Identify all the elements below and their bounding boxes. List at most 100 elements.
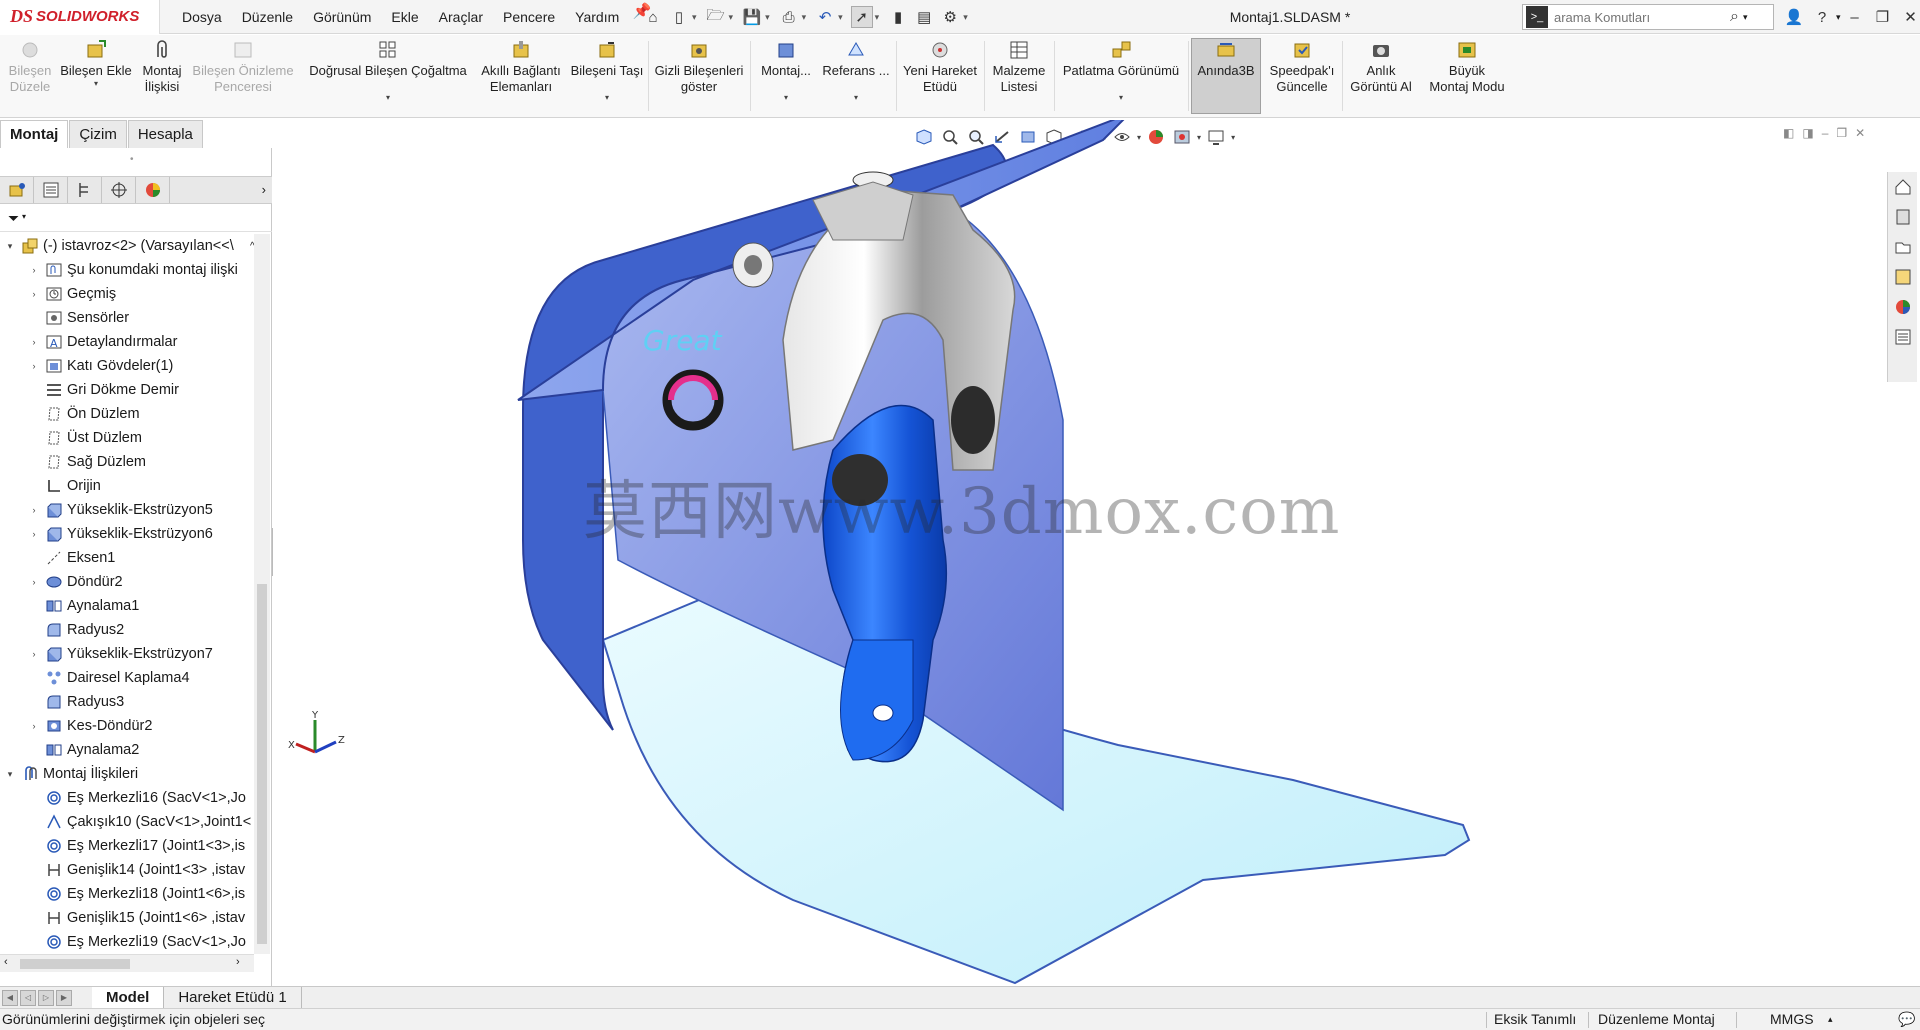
- new-document-icon[interactable]: ▯: [668, 6, 690, 28]
- design-library-icon[interactable]: [1888, 202, 1918, 232]
- tree-item[interactable]: › Şu konumdaki montaj ilişki: [0, 258, 254, 282]
- feature-manager-tab-icon[interactable]: [0, 177, 34, 203]
- menu-gorunum[interactable]: Görünüm: [303, 0, 381, 34]
- expand-icon[interactable]: ›: [28, 721, 40, 731]
- tab-motion-study[interactable]: Hareket Etüdü 1: [164, 986, 302, 1009]
- tree-item[interactable]: Aynalama1: [0, 594, 254, 618]
- linear-component-pattern-button[interactable]: Doğrusal Bileşen Çoğaltma ▾: [304, 39, 472, 113]
- restore-icon[interactable]: ❐: [1869, 8, 1897, 26]
- menu-ekle[interactable]: Ekle: [381, 0, 428, 34]
- take-snapshot-button[interactable]: Anlık Görüntü Al: [1344, 39, 1418, 113]
- home-icon[interactable]: ⌂: [642, 6, 664, 28]
- tree-root[interactable]: ▾ (-) istavroz<2> (Varsayılan<<\ ^: [0, 234, 254, 258]
- print-icon[interactable]: ⎙: [778, 6, 800, 28]
- configuration-manager-tab-icon[interactable]: [68, 177, 102, 203]
- chevron-down-icon[interactable]: ▾: [386, 93, 390, 103]
- expand-icon[interactable]: ›: [28, 529, 40, 539]
- expand-icon[interactable]: ›: [28, 289, 40, 299]
- chevron-down-icon[interactable]: ▾: [963, 12, 968, 23]
- tree-item[interactable]: Eş Merkezli18 (Joint1<6>,is: [0, 882, 254, 906]
- tree-item[interactable]: Üst Düzlem: [0, 426, 254, 450]
- custom-properties-icon[interactable]: [1888, 322, 1918, 352]
- select-arrow-icon[interactable]: ➚: [850, 6, 873, 28]
- tree-item[interactable]: Aynalama2: [0, 738, 254, 762]
- display-manager-tab-icon[interactable]: [136, 177, 170, 203]
- collapse-icon[interactable]: ▾: [4, 769, 16, 780]
- chevron-down-icon[interactable]: ▾: [22, 212, 26, 221]
- scrollbar-thumb[interactable]: [20, 959, 130, 969]
- tree-item[interactable]: Genişlik14 (Joint1<3> ,istav: [0, 858, 254, 882]
- chevron-down-icon[interactable]: ▾: [1119, 93, 1123, 103]
- expand-icon[interactable]: ›: [28, 505, 40, 515]
- assembly-model[interactable]: Great: [273, 120, 1920, 986]
- chevron-up-icon[interactable]: ▴: [1828, 1014, 1833, 1025]
- tree-item[interactable]: Sağ Düzlem: [0, 450, 254, 474]
- user-icon[interactable]: 👤: [1780, 8, 1808, 26]
- tree-item[interactable]: › Geçmiş: [0, 282, 254, 306]
- last-tab-icon[interactable]: ▶: [56, 989, 72, 1006]
- chevron-down-icon[interactable]: ▾: [802, 12, 807, 23]
- collapse-icon[interactable]: ▾: [4, 241, 16, 252]
- file-explorer-icon[interactable]: [1888, 232, 1918, 262]
- chevron-down-icon[interactable]: ▾: [692, 12, 697, 23]
- tab-hesapla[interactable]: Hesapla: [127, 120, 203, 148]
- tree-item[interactable]: › Katı Gövdeler(1): [0, 354, 254, 378]
- tab-model[interactable]: Model: [92, 986, 165, 1009]
- tree-item[interactable]: › Yükseklik-Ekstrüzyon7: [0, 642, 254, 666]
- smart-fasteners-button[interactable]: Akıllı Bağlantı Elemanları: [476, 39, 566, 113]
- menu-pencere[interactable]: Pencere: [493, 0, 565, 34]
- chevron-right-icon[interactable]: ›: [170, 177, 272, 203]
- filter-icon[interactable]: ⏷: [8, 210, 19, 227]
- instant3d-button[interactable]: Anında3B: [1191, 38, 1261, 114]
- tree-item[interactable]: Ön Düzlem: [0, 402, 254, 426]
- tree-item[interactable]: Radyus2: [0, 618, 254, 642]
- chevron-down-icon[interactable]: ▾: [765, 12, 770, 23]
- scrollbar-thumb[interactable]: [257, 584, 267, 944]
- expand-icon[interactable]: ›: [28, 649, 40, 659]
- move-component-button[interactable]: Bileşeni Taşı ▾: [570, 39, 644, 113]
- tree-item[interactable]: Radyus3: [0, 690, 254, 714]
- tree-item[interactable]: › Kes-Döndür2: [0, 714, 254, 738]
- tree-item[interactable]: Çakışık10 (SacV<1>,Joint1<: [0, 810, 254, 834]
- expand-icon[interactable]: ›: [28, 577, 40, 587]
- exploded-view-button[interactable]: Patlatma Görünümü ▾: [1058, 39, 1184, 113]
- first-tab-icon[interactable]: ◀: [2, 989, 18, 1006]
- bill-of-materials-button[interactable]: Malzeme Listesi: [988, 39, 1050, 113]
- graphics-area[interactable]: ▾ ▾ ▾ ▾ ▾ ◧ ◨ – ❐ ✕: [273, 120, 1920, 986]
- solidworks-logo[interactable]: DS SOLIDWORKS: [0, 0, 160, 34]
- chevron-down-icon[interactable]: ▾: [854, 93, 858, 103]
- insert-component-button[interactable]: Bileşen Ekle ▾: [58, 39, 134, 113]
- tree-item[interactable]: › Yükseklik-Ekstrüzyon5: [0, 498, 254, 522]
- chevron-down-icon[interactable]: ▾: [1743, 12, 1748, 23]
- expand-icon[interactable]: ›: [28, 361, 40, 371]
- undo-icon[interactable]: ↶: [814, 6, 836, 28]
- tree-horizontal-scrollbar[interactable]: ‹ ›: [0, 954, 254, 972]
- new-motion-study-button[interactable]: Yeni Hareket Etüdü: [900, 39, 980, 113]
- tree-item[interactable]: Eksen1: [0, 546, 254, 570]
- reference-geometry-button[interactable]: Referans ... ▾: [818, 39, 894, 113]
- edit-component-button[interactable]: Bileşen Düzele: [6, 39, 54, 113]
- tree-item[interactable]: Gri Dökme Demir: [0, 378, 254, 402]
- next-tab-icon[interactable]: ▷: [38, 989, 54, 1006]
- expand-icon[interactable]: ›: [28, 265, 40, 275]
- view-palette-icon[interactable]: [1888, 262, 1918, 292]
- chevron-down-icon[interactable]: ▾: [784, 93, 788, 103]
- tree-item[interactable]: Orijin: [0, 474, 254, 498]
- chevron-down-icon[interactable]: ▾: [94, 79, 98, 89]
- solidworks-resources-icon[interactable]: [1888, 172, 1918, 202]
- dimxpert-tab-icon[interactable]: [102, 177, 136, 203]
- tree-item[interactable]: Dairesel Kaplama4: [0, 666, 254, 690]
- save-icon[interactable]: 💾: [741, 6, 763, 28]
- chat-icon[interactable]: 💬: [1898, 1011, 1915, 1028]
- help-icon[interactable]: ?: [1808, 9, 1836, 26]
- search-input[interactable]: [1554, 9, 1730, 25]
- chevron-down-icon[interactable]: ▾: [605, 93, 609, 103]
- tree-item[interactable]: Sensörler: [0, 306, 254, 330]
- status-units[interactable]: MMGS: [1770, 1011, 1814, 1027]
- traffic-light-icon[interactable]: ▮: [887, 6, 909, 28]
- scroll-left-icon[interactable]: ‹: [4, 956, 8, 968]
- chevron-down-icon[interactable]: ▾: [729, 12, 734, 23]
- file-properties-icon[interactable]: ▤: [913, 6, 935, 28]
- tab-montaj[interactable]: Montaj: [0, 120, 69, 148]
- tree-item[interactable]: › Yükseklik-Ekstrüzyon6: [0, 522, 254, 546]
